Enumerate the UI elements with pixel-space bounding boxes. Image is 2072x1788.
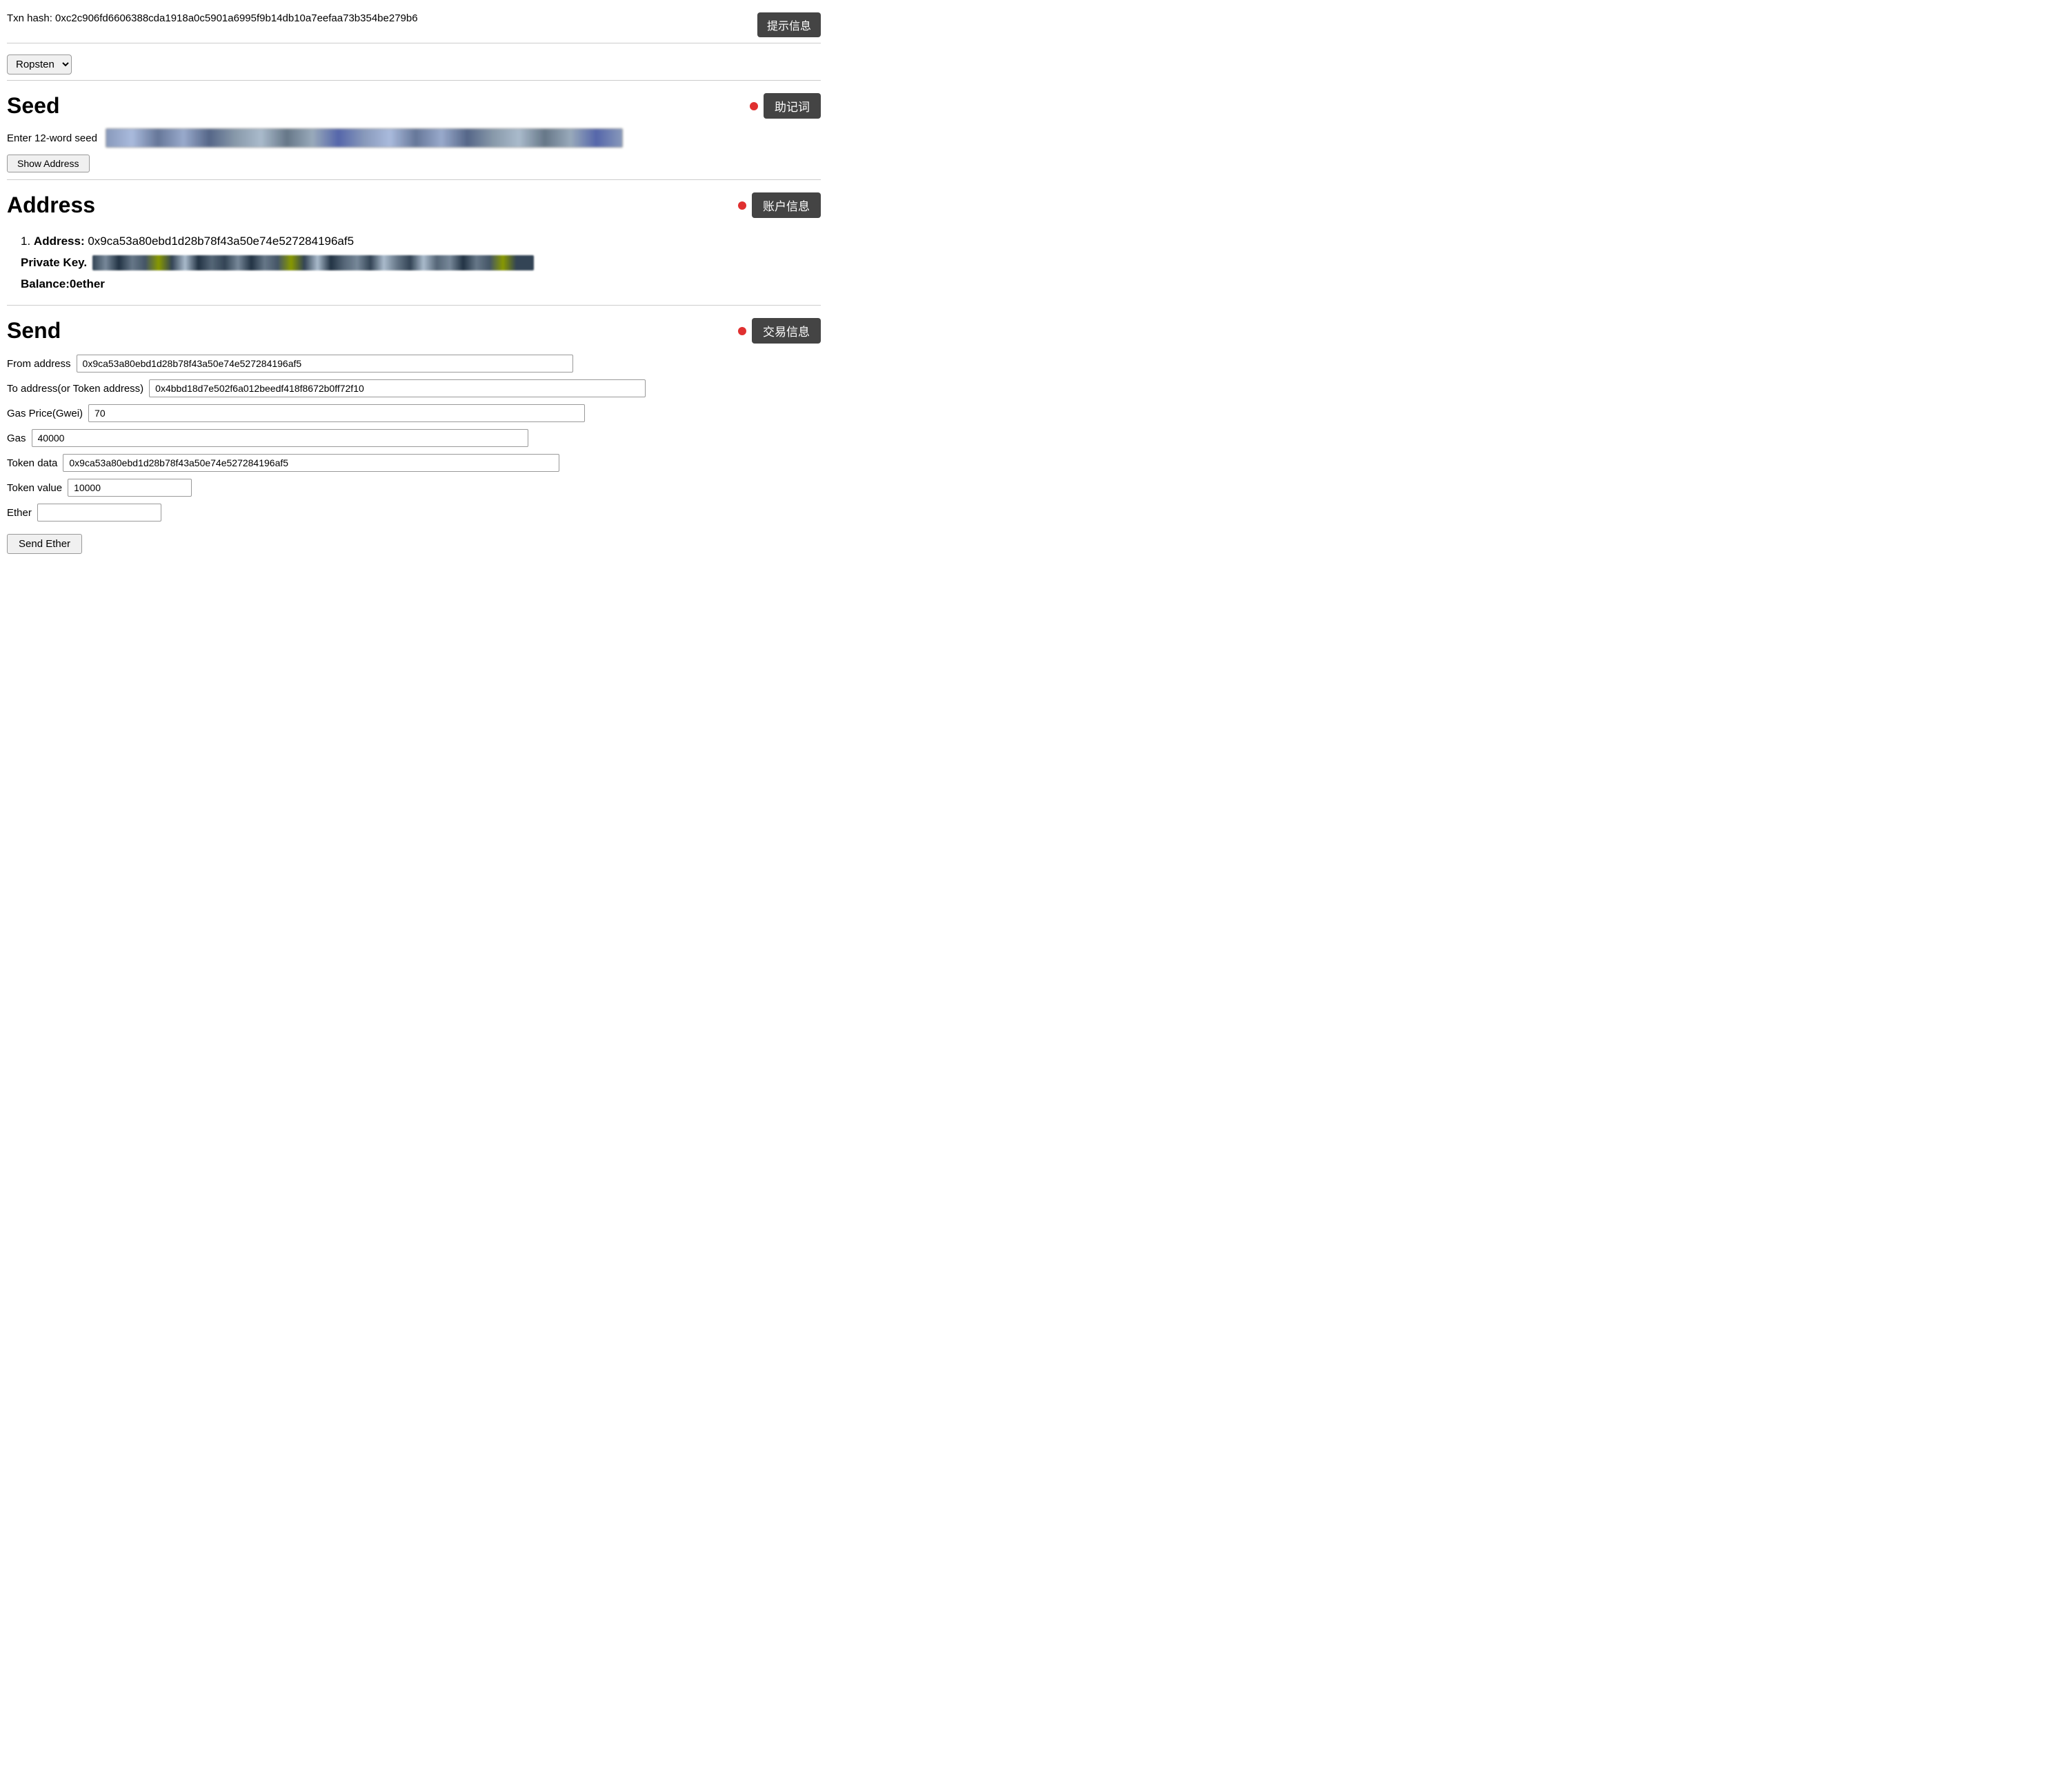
network-row: Ropsten Mainnet Rinkeby <box>7 49 821 81</box>
balance-line: Balance:0ether <box>21 277 807 291</box>
send-badge: 交易信息 <box>752 318 821 344</box>
seed-input-row: Enter 12-word seed <box>7 128 821 148</box>
address-entry: 1. Address: 0x9ca53a80ebd1d28b78f43a50e7… <box>7 228 821 298</box>
private-key-label: Private Key. <box>21 256 87 270</box>
to-address-label: To address(or Token address) <box>7 383 143 395</box>
send-ether-button[interactable]: Send Ether <box>7 534 82 554</box>
send-section-title: Send <box>7 318 61 344</box>
ether-label: Ether <box>7 507 32 519</box>
address-section-header: Address 账户信息 <box>7 192 821 218</box>
seed-section-title: Seed <box>7 93 59 119</box>
seed-badge-area: 助记词 <box>750 93 821 119</box>
address-badge-area: 账户信息 <box>738 192 821 218</box>
txn-hash-bar: Txn hash: 0xc2c906fd6606388cda1918a0c590… <box>7 7 821 43</box>
seed-input-label: Enter 12-word seed <box>7 132 97 144</box>
gas-label: Gas <box>7 433 26 444</box>
token-data-input[interactable] <box>63 454 559 472</box>
address-line: 1. Address: 0x9ca53a80ebd1d28b78f43a50e7… <box>21 235 807 248</box>
address-index: 1. <box>21 235 30 248</box>
send-section-header: Send 交易信息 <box>7 318 821 344</box>
txn-hash-label: Txn hash: <box>7 12 52 24</box>
address-badge: 账户信息 <box>752 192 821 218</box>
network-select[interactable]: Ropsten Mainnet Rinkeby <box>7 54 72 74</box>
from-address-input[interactable] <box>77 355 573 372</box>
send-section: Send 交易信息 From address To address(or Tok… <box>7 306 821 564</box>
address-value: 0x9ca53a80ebd1d28b78f43a50e74e527284196a… <box>88 235 354 248</box>
send-badge-area: 交易信息 <box>738 318 821 344</box>
private-key-line: Private Key. <box>21 255 807 270</box>
show-address-button[interactable]: Show Address <box>7 155 90 172</box>
gas-input[interactable] <box>32 429 528 447</box>
address-red-dot <box>738 201 746 210</box>
gas-price-label: Gas Price(Gwei) <box>7 408 83 419</box>
balance-label: Balance: <box>21 277 70 290</box>
from-address-label: From address <box>7 358 71 370</box>
token-value-row: Token value <box>7 479 821 497</box>
seed-section: Seed 助记词 Enter 12-word seed Show Address <box>7 81 821 180</box>
seed-input-blurred-display <box>106 128 623 148</box>
txn-hash-badge: 提示信息 <box>757 12 821 37</box>
gas-price-row: Gas Price(Gwei) <box>7 404 821 422</box>
address-section-title: Address <box>7 192 95 218</box>
address-label: Address: <box>34 235 85 248</box>
seed-red-dot <box>750 102 758 110</box>
txn-hash-value: 0xc2c906fd6606388cda1918a0c5901a6995f9b1… <box>55 12 418 24</box>
private-key-blurred <box>92 255 534 270</box>
txn-hash-text: Txn hash: 0xc2c906fd6606388cda1918a0c590… <box>7 12 750 24</box>
gas-row: Gas <box>7 429 821 447</box>
to-address-row: To address(or Token address) <box>7 379 821 397</box>
gas-price-input[interactable] <box>88 404 585 422</box>
balance-value: 0ether <box>70 277 105 290</box>
seed-badge: 助记词 <box>764 93 821 119</box>
token-data-row: Token data <box>7 454 821 472</box>
to-address-input[interactable] <box>149 379 646 397</box>
from-address-row: From address <box>7 355 821 372</box>
token-value-input[interactable] <box>68 479 192 497</box>
address-section: Address 账户信息 1. Address: 0x9ca53a80ebd1d… <box>7 180 821 306</box>
seed-section-header: Seed 助记词 <box>7 93 821 119</box>
token-data-label: Token data <box>7 457 57 469</box>
send-red-dot <box>738 327 746 335</box>
ether-row: Ether <box>7 504 821 522</box>
token-value-label: Token value <box>7 482 62 494</box>
ether-input[interactable] <box>37 504 161 522</box>
